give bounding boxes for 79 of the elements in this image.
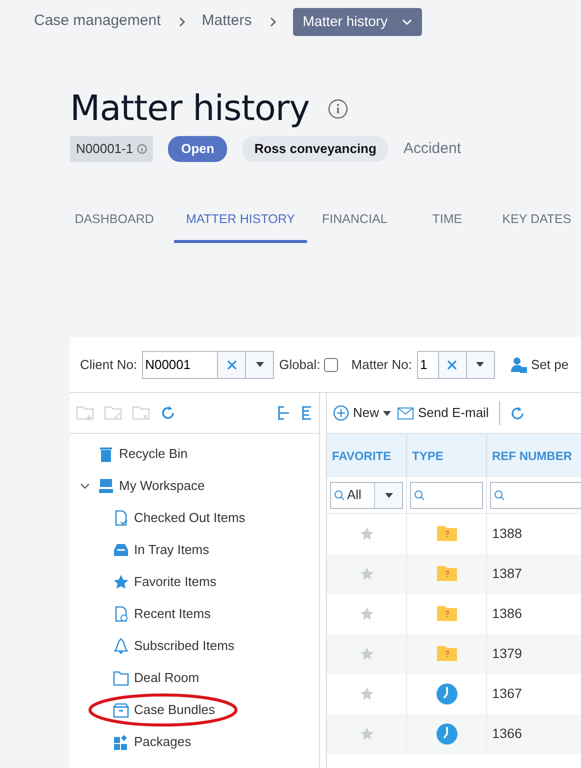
- star-icon[interactable]: [360, 527, 374, 541]
- breadcrumb-link[interactable]: Matters: [202, 10, 252, 33]
- tab[interactable]: MATTER HISTORY: [174, 200, 308, 244]
- ref-number: 1387: [492, 564, 522, 583]
- chevron-down-icon: [402, 18, 412, 26]
- tab[interactable]: TIME: [402, 200, 492, 244]
- ref-number: 1388: [492, 524, 522, 543]
- info-icon: [137, 144, 148, 154]
- user-lock-icon: [510, 356, 527, 372]
- search-icon: [414, 490, 424, 500]
- dropdown-icon[interactable]: [256, 362, 264, 367]
- breadcrumb-link[interactable]: Case management: [34, 10, 161, 33]
- caret-icon: [383, 410, 392, 416]
- input-field[interactable]: N00001: [142, 350, 218, 378]
- clock-icon: [436, 683, 458, 705]
- star-icon[interactable]: [360, 647, 374, 661]
- refresh-icon[interactable]: [160, 405, 176, 421]
- new-button[interactable]: New: [333, 403, 392, 423]
- tree-item[interactable]: Recycle Bin: [119, 444, 188, 464]
- status-badge: Open: [168, 136, 228, 162]
- tree-item[interactable]: My Workspace: [119, 476, 205, 496]
- tab[interactable]: FINANCIAL: [307, 200, 402, 244]
- computer-icon: [98, 478, 114, 494]
- page-title: Matter history: [70, 88, 310, 130]
- chevron-right-icon: [178, 16, 186, 28]
- info-icon: [328, 99, 348, 119]
- folder-icon: [113, 670, 129, 686]
- clear-icon[interactable]: [447, 360, 458, 370]
- document-clock-icon: [113, 606, 129, 622]
- star-icon[interactable]: [360, 727, 374, 741]
- tree-item[interactable]: Subscribed Items: [134, 636, 234, 656]
- tree-item[interactable]: Checked Out Items: [134, 508, 246, 528]
- chevron-down-icon[interactable]: [80, 482, 90, 490]
- ref-number: 1379: [492, 644, 522, 663]
- star-icon[interactable]: [360, 567, 374, 581]
- tree-item[interactable]: Recent Items: [134, 604, 211, 624]
- tree-item[interactable]: Packages: [134, 732, 192, 752]
- star-icon[interactable]: [360, 687, 374, 701]
- breadcrumb-dropdown[interactable]: Matter history: [292, 8, 422, 36]
- clock-icon: [436, 723, 458, 745]
- send-email-button[interactable]: Send E-mail: [397, 403, 489, 423]
- ref-number: 1366: [492, 724, 522, 743]
- dropdown-icon[interactable]: [384, 492, 392, 498]
- envelope-icon: [397, 406, 414, 420]
- ref-number: 1386: [492, 604, 522, 623]
- collapse-all-icon[interactable]: [277, 405, 291, 421]
- filter-field[interactable]: All: [330, 482, 403, 508]
- field-label: Client No:: [80, 356, 138, 374]
- ref-number: 1367: [492, 684, 522, 703]
- search-icon: [334, 490, 344, 500]
- tree-item[interactable]: In Tray Items: [134, 540, 210, 560]
- refresh-icon[interactable]: [510, 406, 525, 420]
- chevron-right-icon: [268, 16, 277, 28]
- tab[interactable]: DASHBOARD: [70, 200, 159, 244]
- client-tag: Ross conveyancing: [242, 136, 388, 162]
- tree-item[interactable]: Deal Room: [134, 668, 200, 688]
- filter-field[interactable]: [410, 482, 483, 508]
- grid-icon: [113, 734, 129, 750]
- dropdown-icon[interactable]: [476, 362, 484, 367]
- input-field[interactable]: 1: [416, 350, 439, 378]
- add-icon: [333, 405, 349, 421]
- matter-type: Accident: [403, 138, 461, 158]
- inbox-icon: [113, 542, 129, 558]
- set-permissions-button[interactable]: Set pe: [510, 354, 570, 376]
- trash-icon: [98, 446, 114, 462]
- field-label: Matter No:: [351, 356, 412, 374]
- field-label: Global:: [279, 356, 320, 374]
- bell-icon: [113, 638, 129, 654]
- star-icon[interactable]: [360, 607, 374, 621]
- global-checkbox[interactable]: [324, 358, 338, 372]
- matter-id: N00001-1: [76, 140, 134, 158]
- clear-icon[interactable]: [226, 360, 237, 370]
- tree-item[interactable]: Favorite Items: [134, 572, 216, 592]
- expand-all-icon[interactable]: [301, 405, 313, 421]
- search-icon: [494, 490, 504, 500]
- document-check-icon: [113, 510, 129, 526]
- tab[interactable]: KEY DATES: [492, 200, 581, 244]
- box-icon: [113, 702, 129, 718]
- star-icon: [113, 574, 129, 590]
